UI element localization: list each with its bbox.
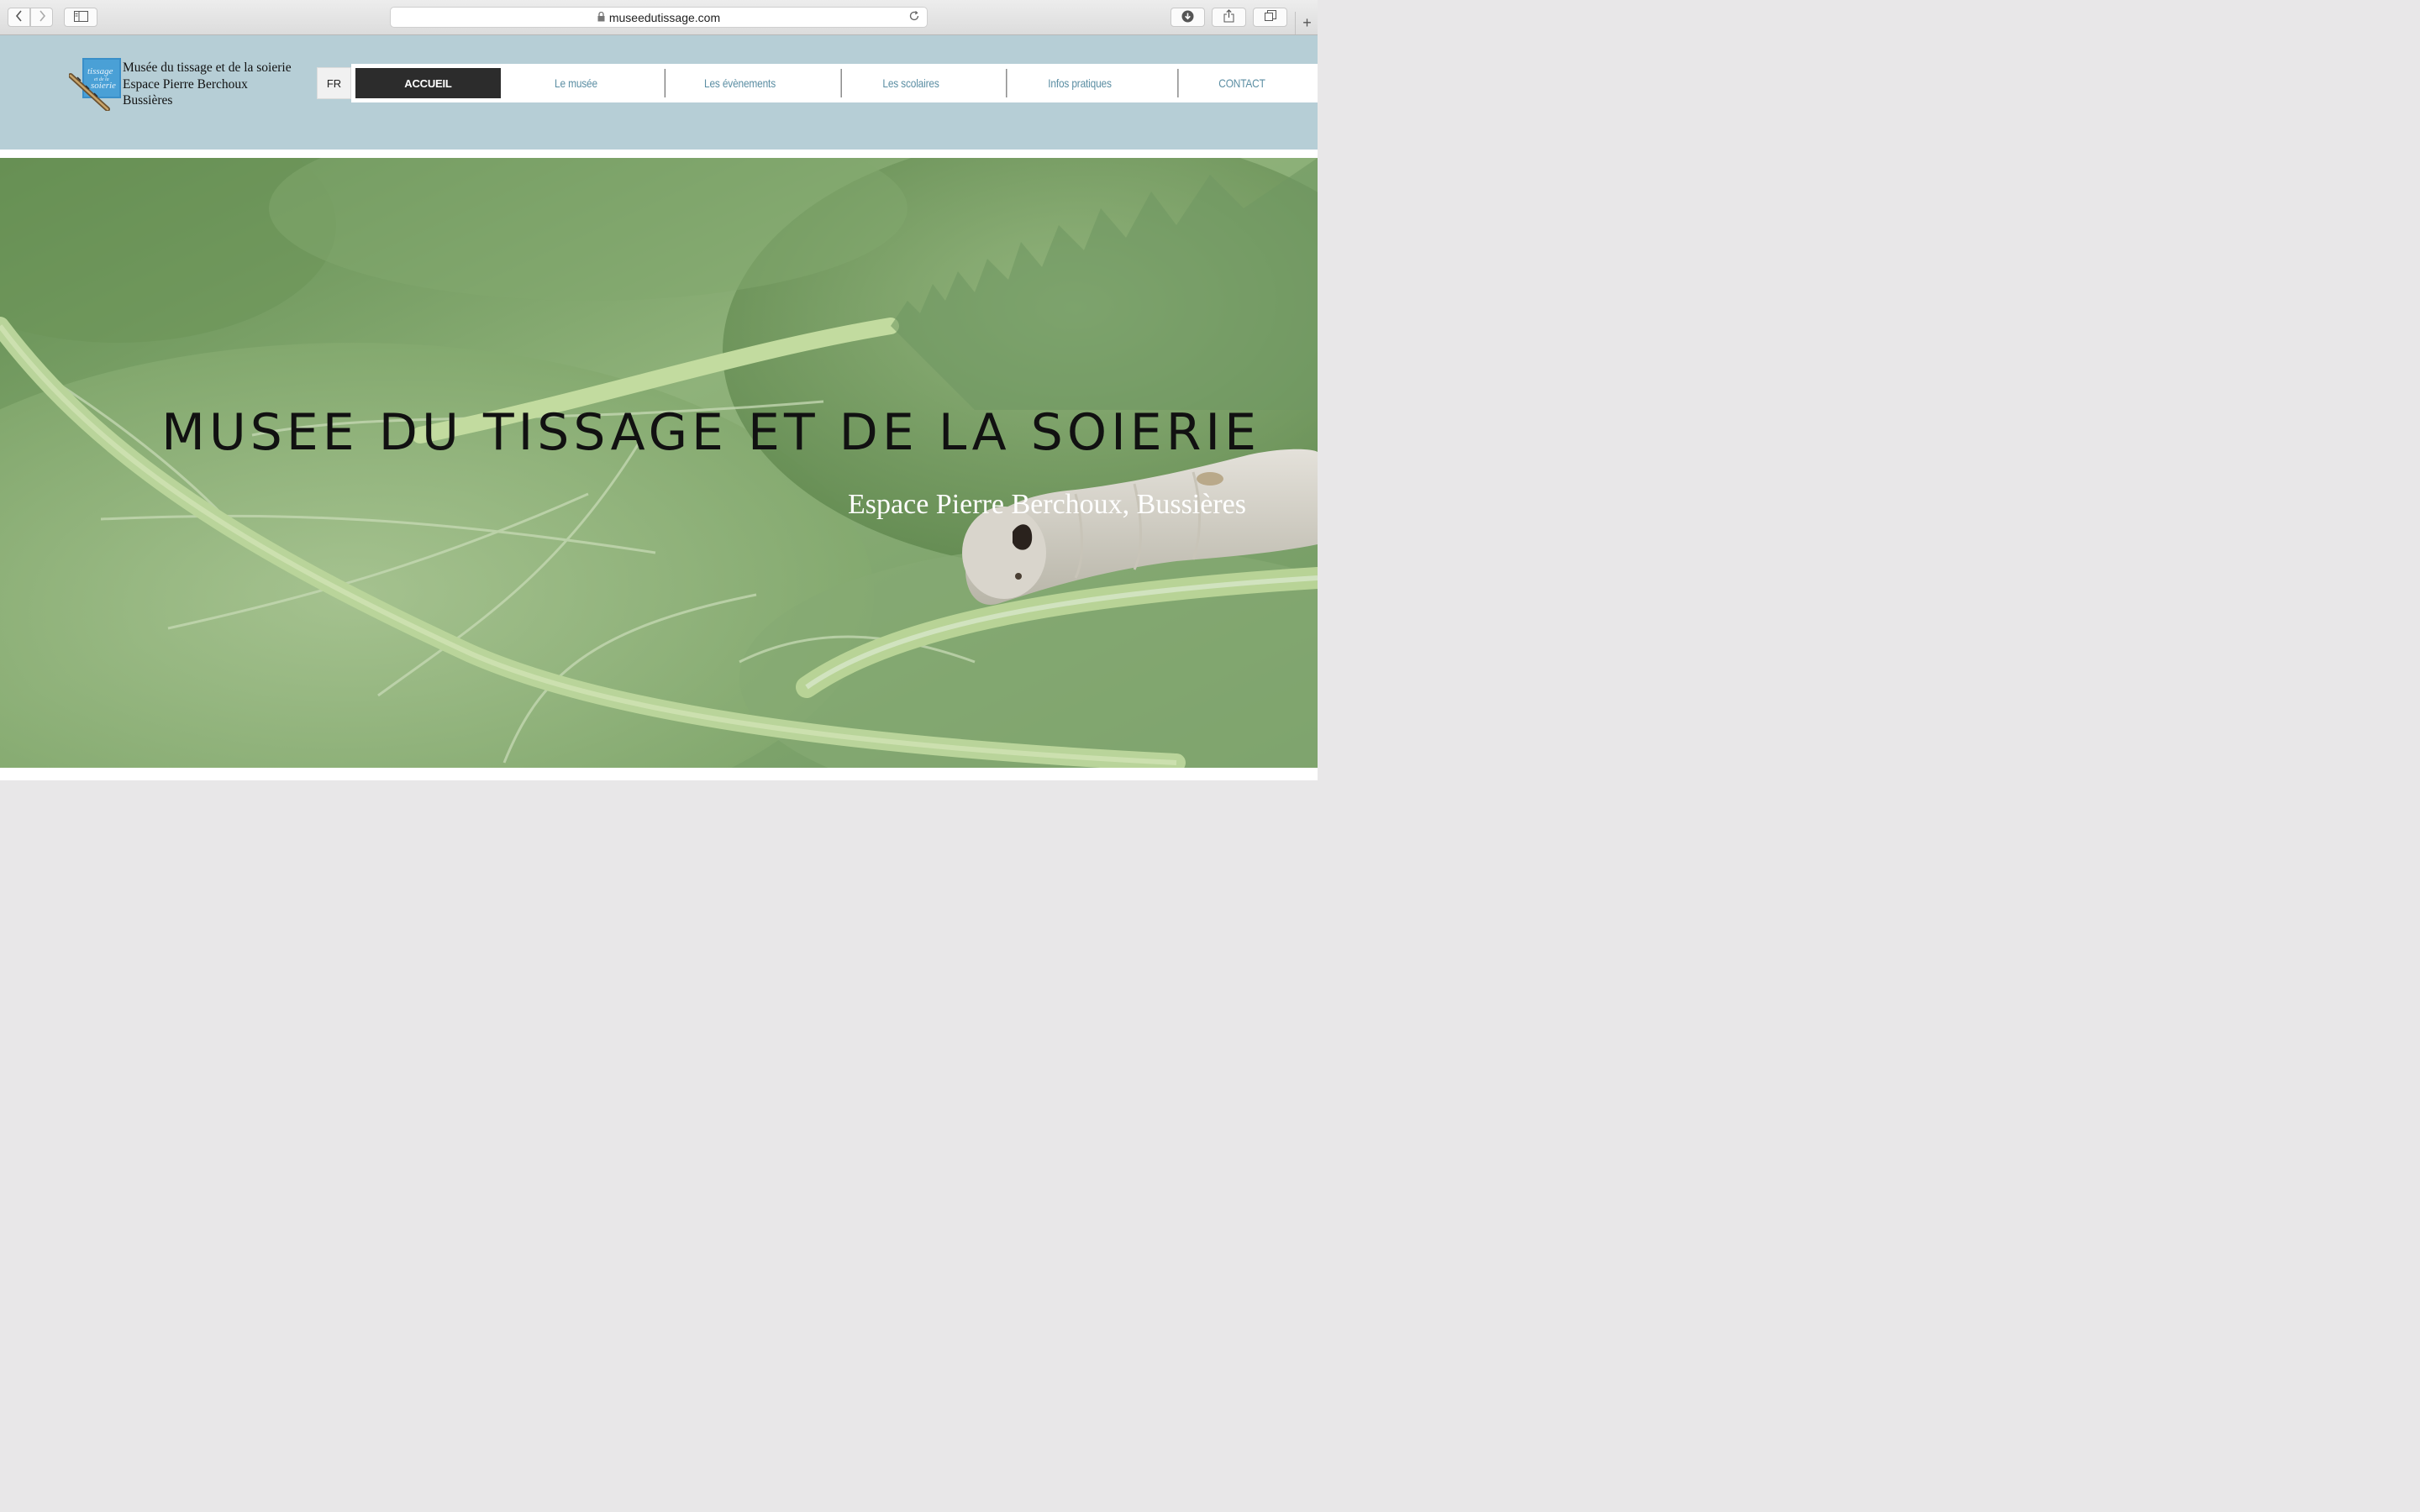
chevron-left-icon (15, 10, 24, 24)
language-selector[interactable]: FR (317, 67, 351, 99)
hero-subtitle: Espace Pierre Berchoux, Bussières (848, 489, 1246, 520)
url-text: museedutissage.com (608, 10, 721, 24)
nav-item-les-evenements[interactable]: Les évènements (664, 64, 815, 102)
address-bar[interactable]: museedutissage.com (390, 7, 928, 28)
svg-text:tissage: tissage (87, 66, 113, 76)
hero-background-image (0, 158, 1318, 768)
nav-item-les-scolaires[interactable]: Les scolaires (840, 64, 981, 102)
tabs-icon (1264, 10, 1276, 24)
sidebar-button[interactable] (64, 8, 97, 27)
sidebar-icon (73, 10, 88, 24)
brand-subtitle: Espace Pierre Berchoux (123, 76, 248, 92)
new-tab-button[interactable]: + (1295, 12, 1318, 34)
site-logo[interactable]: tissage et de la soierie (68, 55, 121, 112)
brand-text: Musée du tissage et de la soierie Espace… (123, 60, 292, 109)
plus-icon: + (1302, 14, 1312, 31)
download-icon (1181, 10, 1194, 25)
downloads-button[interactable] (1171, 8, 1205, 27)
hero-banner: MUSEE DU TISSAGE ET DE LA SOIERIE Espace… (0, 158, 1318, 768)
header-divider (0, 150, 1318, 158)
back-button[interactable] (8, 8, 30, 27)
tabs-button[interactable] (1253, 8, 1287, 27)
brand-title: Musée du tissage et de la soierie (123, 60, 292, 75)
main-navigation: ACCUEIL Le musée Les évènements Les scol… (351, 64, 1318, 102)
lock-icon (597, 11, 605, 24)
nav-item-le-musee[interactable]: Le musée (512, 64, 639, 102)
reload-icon[interactable] (908, 10, 920, 24)
share-icon (1223, 9, 1234, 25)
svg-text:soierie: soierie (91, 81, 116, 91)
share-button[interactable] (1212, 8, 1246, 27)
hero-title: MUSEE DU TISSAGE ET DE LA SOIERIE (161, 403, 1260, 462)
hero-bottom-divider (0, 768, 1318, 780)
forward-button[interactable] (30, 8, 53, 27)
brand-location: Bussières (123, 93, 173, 108)
nav-item-infos-pratiques[interactable]: Infos pratiques (1006, 64, 1153, 102)
browser-toolbar: museedutissage.com + (0, 0, 1318, 35)
nav-item-contact[interactable]: CONTACT (1177, 64, 1307, 102)
chevron-right-icon (38, 10, 46, 24)
nav-item-accueil[interactable]: ACCUEIL (355, 68, 501, 98)
